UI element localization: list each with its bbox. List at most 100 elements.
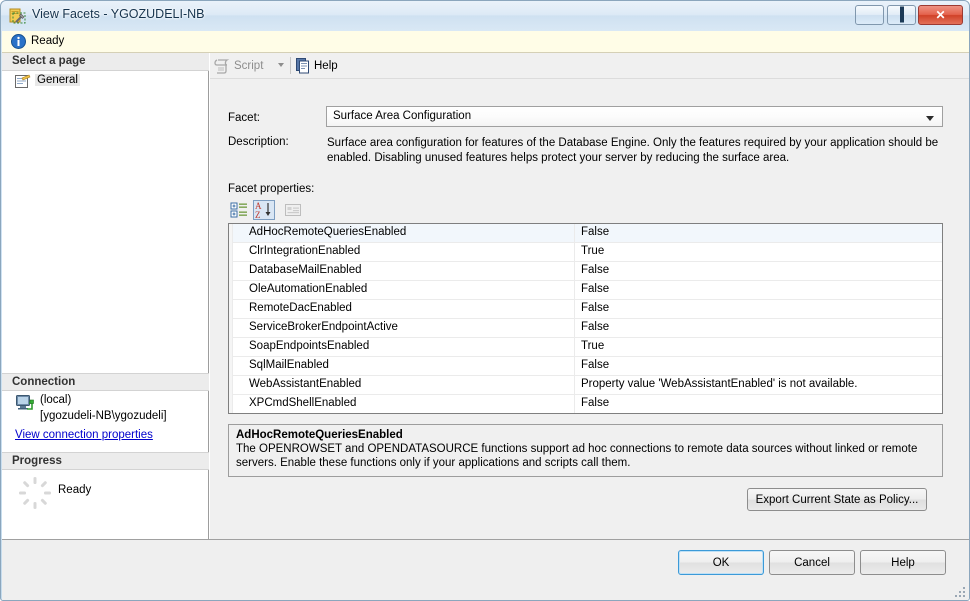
title-bar: View Facets - YGOZUDELI-NB ✕ (1, 1, 969, 31)
close-button[interactable]: ✕ (918, 5, 963, 25)
table-row[interactable]: SqlMailEnabled False (229, 357, 942, 376)
column-splitter[interactable] (574, 224, 575, 243)
property-pages-button (282, 200, 304, 220)
property-value: False (581, 226, 610, 238)
ok-button[interactable]: OK (678, 550, 764, 575)
row-gutter (229, 338, 233, 357)
script-icon (214, 58, 231, 74)
cancel-button-label: Cancel (794, 556, 830, 569)
select-page-header: Select a page (2, 53, 209, 71)
table-row[interactable]: RemoteDacEnabled False (229, 300, 942, 319)
property-help-body: The OPENROWSET and OPENDATASOURCE functi… (236, 443, 918, 469)
property-value: Property value 'WebAssistantEnabled' is … (581, 378, 858, 390)
facet-label: Facet: (228, 112, 260, 124)
view-connection-properties-link[interactable]: View connection properties (15, 429, 153, 441)
description-label: Description: (228, 136, 289, 148)
property-name: RemoteDacEnabled (249, 302, 352, 314)
connection-server: (local) (40, 394, 72, 406)
facet-dropdown[interactable]: Surface Area Configuration (326, 106, 943, 127)
property-name: AdHocRemoteQueriesEnabled (249, 226, 407, 238)
page-general-icon (15, 74, 31, 89)
column-splitter[interactable] (574, 357, 575, 376)
resize-grip[interactable] (953, 585, 967, 599)
table-row[interactable]: OleAutomationEnabled False (229, 281, 942, 300)
help-label: Help (314, 60, 338, 72)
dialog-footer: OK Cancel Help (2, 539, 969, 600)
connection-header: Connection (2, 373, 209, 391)
content-area: Facet: Surface Area Configuration Descri… (210, 80, 969, 539)
server-connection-icon (16, 395, 34, 411)
property-grid-toolbar: A Z (228, 200, 328, 220)
property-name: WebAssistantEnabled (249, 378, 362, 390)
row-gutter (229, 224, 233, 243)
table-row[interactable]: XPCmdShellEnabled False (229, 395, 942, 413)
alphabetical-view-button[interactable]: A Z (253, 200, 275, 220)
svg-text:Z: Z (255, 210, 261, 219)
progress-header: Progress (2, 452, 209, 470)
help-icon (296, 58, 311, 74)
column-splitter[interactable] (574, 338, 575, 357)
property-name: DatabaseMailEnabled (249, 264, 362, 276)
property-help-title: AdHocRemoteQueriesEnabled (236, 429, 403, 441)
column-splitter[interactable] (574, 300, 575, 319)
close-icon: ✕ (935, 8, 946, 22)
row-gutter (229, 243, 233, 262)
facet-description: Surface area configuration for features … (327, 137, 939, 164)
toolbar-separator (290, 57, 291, 74)
view-facets-dialog: View Facets - YGOZUDELI-NB ✕ Ready Selec… (0, 0, 970, 601)
progress-spinner-icon (18, 476, 52, 510)
chevron-down-icon[interactable] (278, 63, 284, 67)
info-icon (11, 34, 26, 49)
facet-window-icon (9, 8, 26, 24)
table-row[interactable]: DatabaseMailEnabled False (229, 262, 942, 281)
categorized-view-button[interactable] (228, 200, 250, 220)
minimize-button[interactable] (855, 5, 884, 25)
column-splitter[interactable] (574, 243, 575, 262)
facet-properties-label: Facet properties: (228, 183, 315, 195)
facet-properties-grid[interactable]: AdHocRemoteQueriesEnabled False ClrInteg… (228, 223, 943, 414)
table-row[interactable]: ClrIntegrationEnabled True (229, 243, 942, 262)
progress-status: Ready (58, 484, 92, 496)
maximize-icon (899, 6, 904, 23)
property-value: False (581, 302, 610, 314)
property-value: True (581, 245, 605, 257)
status-text: Ready (31, 35, 65, 47)
property-value: False (581, 359, 610, 371)
table-row[interactable]: AdHocRemoteQueriesEnabled False (229, 224, 942, 243)
property-help-pane: AdHocRemoteQueriesEnabled The OPENROWSET… (228, 424, 943, 477)
column-splitter[interactable] (574, 376, 575, 395)
row-gutter (229, 357, 233, 376)
property-name: ServiceBrokerEndpointActive (249, 321, 398, 333)
help-button[interactable]: Help (860, 550, 946, 575)
chevron-down-icon (926, 116, 934, 121)
row-gutter (229, 376, 233, 395)
column-splitter[interactable] (574, 319, 575, 338)
table-row[interactable]: SoapEndpointsEnabled True (229, 338, 942, 357)
dialog-body: Select a page General Connection (local)… (2, 53, 969, 539)
row-gutter (229, 300, 233, 319)
pane-toolbar: Script Help (210, 53, 969, 79)
cancel-button[interactable]: Cancel (769, 550, 855, 575)
property-name: SqlMailEnabled (249, 359, 329, 371)
maximize-button[interactable] (887, 5, 916, 25)
sidebar-item-label: General (35, 74, 80, 86)
row-gutter (229, 262, 233, 281)
script-label: Script (234, 60, 264, 72)
column-splitter[interactable] (574, 395, 575, 413)
help-toolbar-button[interactable]: Help (296, 56, 338, 76)
ok-button-label: OK (712, 556, 730, 569)
column-splitter[interactable] (574, 262, 575, 281)
row-gutter (229, 395, 233, 413)
table-row[interactable]: WebAssistantEnabled Property value 'WebA… (229, 376, 942, 395)
sidebar-item-general[interactable]: General (2, 73, 209, 91)
export-current-state-as-policy-button[interactable]: Export Current State as Policy... (747, 488, 927, 511)
script-button[interactable]: Script (214, 56, 263, 76)
sidebar: Select a page General Connection (local)… (2, 53, 209, 539)
page-list: General (2, 73, 209, 91)
column-splitter[interactable] (574, 281, 575, 300)
row-gutter (229, 319, 233, 338)
table-row[interactable]: ServiceBrokerEndpointActive False (229, 319, 942, 338)
property-value: False (581, 264, 610, 276)
row-gutter (229, 281, 233, 300)
property-name: ClrIntegrationEnabled (249, 245, 361, 257)
